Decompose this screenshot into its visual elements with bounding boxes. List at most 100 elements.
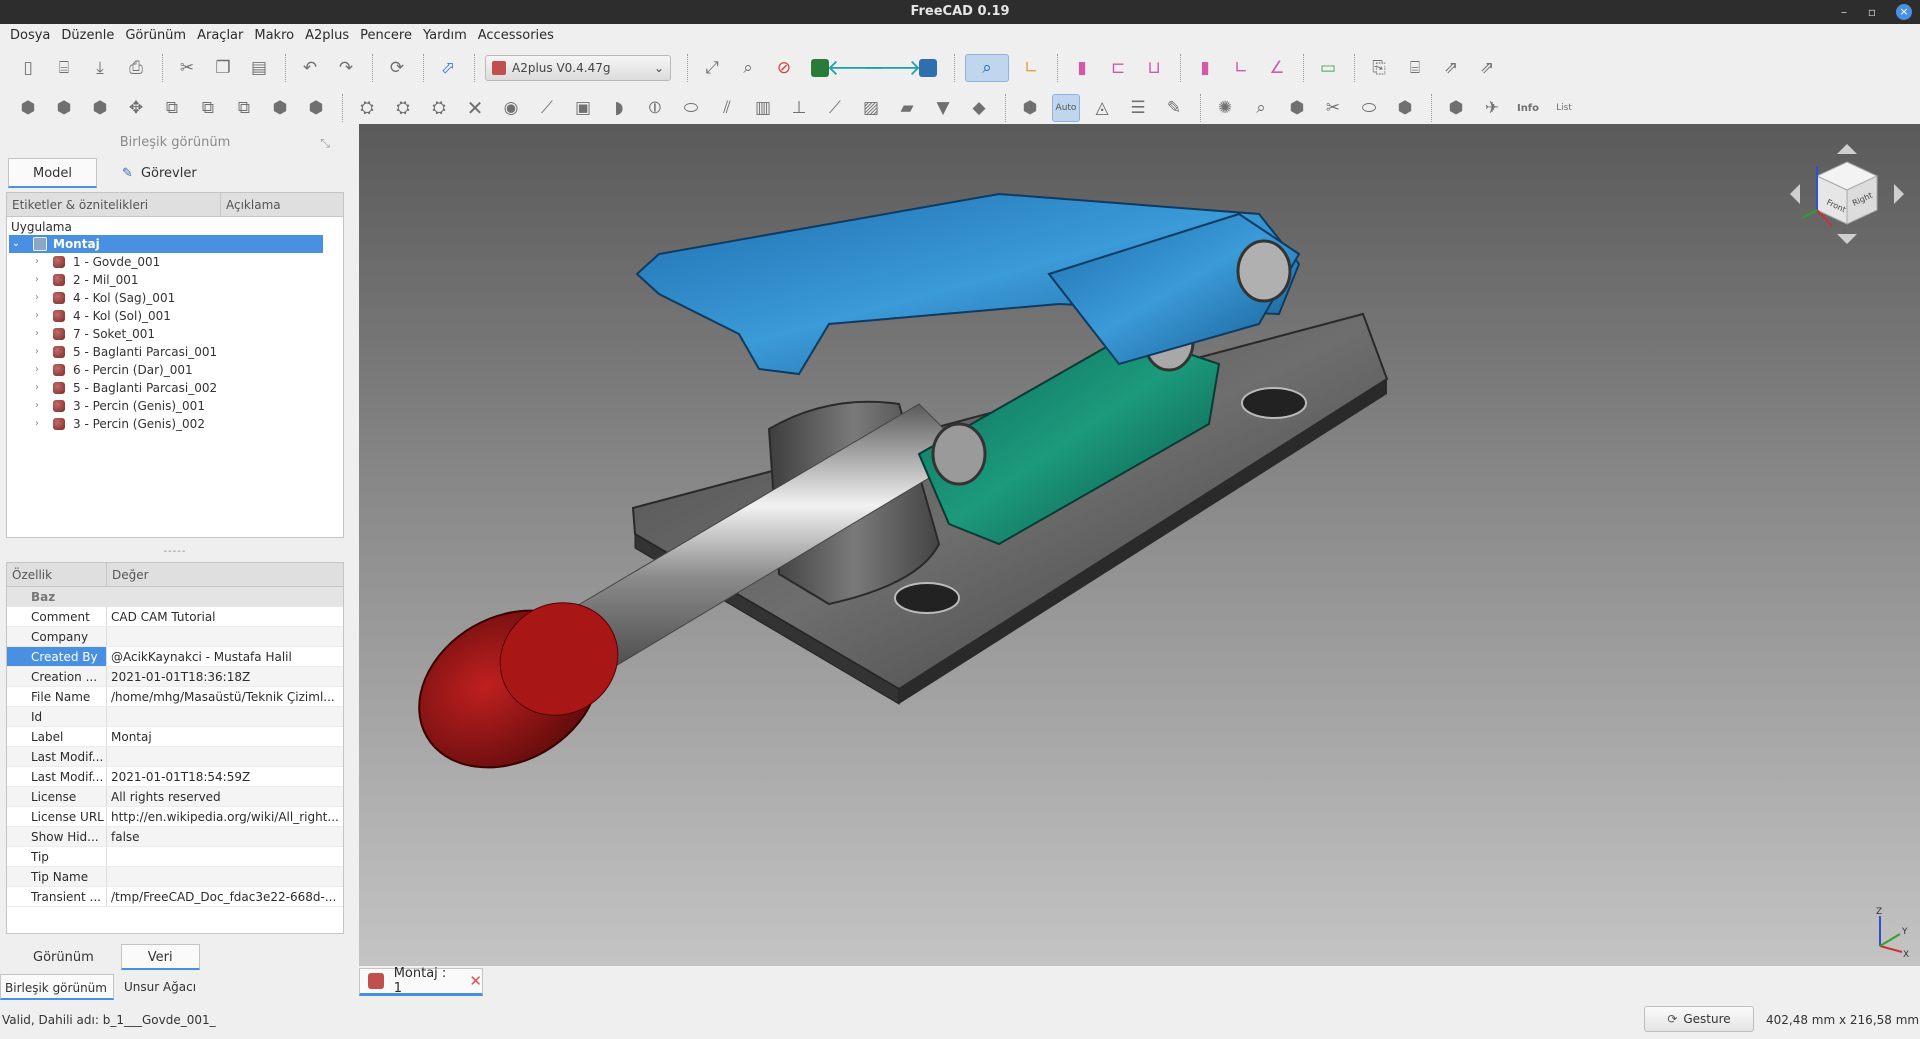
axis-cross-icon[interactable]: ∟ [1017,54,1045,82]
tree-item[interactable]: › 4 - Kol (Sol)_001 [7,307,343,325]
tab-birlesik-gorunum[interactable]: Birleşik görünüm [0,974,114,1000]
float-panel-icon[interactable]: ⤡ [320,132,330,154]
solve-icon[interactable]: ⛭ [353,94,381,122]
face-icon[interactable]: ▰ [893,94,921,122]
fit-selection-icon[interactable]: ⌕ [734,54,762,82]
tab-gorunum[interactable]: Görünüm [6,944,121,970]
close-window-button[interactable]: × [1896,4,1912,20]
close-tab-icon[interactable]: ✕ [469,972,482,990]
toggle-clamp-model[interactable] [359,124,1920,966]
visibility-icon[interactable]: ⬢ [1283,94,1311,122]
move-part-icon[interactable]: ✥ [122,94,150,122]
import-part-icon[interactable]: ⬢ [302,94,330,122]
update-imports-icon[interactable]: ⬢ [86,94,114,122]
print-icon[interactable]: ⎙ [122,54,150,82]
open-folder-icon[interactable]: ⌸ [50,54,78,82]
constraint-axis-icon[interactable]: ∟ [1227,54,1255,82]
navigation-cube[interactable]: Front Right [1782,132,1912,262]
tree-item[interactable]: › 5 - Baglanti Parcasi_001 [7,343,343,361]
add-part-icon[interactable]: ⬢ [14,94,42,122]
tab-unsur-agaci[interactable]: Unsur Ağacı [120,974,202,1000]
add-shape-icon[interactable]: ⬢ [50,94,78,122]
paste-icon[interactable]: ▤ [245,54,273,82]
expand-icon[interactable]: › [35,307,49,325]
menu-araclar[interactable]: Araçlar [193,24,250,48]
menu-makro[interactable]: Makro [250,24,301,48]
property-row[interactable]: Tip Name [7,867,343,887]
menu-dosya[interactable]: Dosya [6,24,57,48]
angle-icon[interactable]: ⊥ [785,94,813,122]
property-value[interactable] [107,847,343,866]
show-all-icon[interactable]: ⬢ [1391,94,1419,122]
expand-icon[interactable]: › [35,379,49,397]
cylinder-icon[interactable]: ▥ [749,94,777,122]
parts-info-icon[interactable]: Info [1514,94,1542,122]
property-row[interactable]: File Name/home/mhg/Masaüstü/Teknik Çizim… [7,687,343,707]
forward-arrow-icon[interactable]: 🡒 [863,54,922,82]
tree-item[interactable]: › 6 - Percin (Dar)_001 [7,361,343,379]
parallel-circles-icon[interactable]: ⦶ [641,94,669,122]
cut-icon[interactable]: ✂ [173,54,201,82]
expand-icon[interactable]: › [35,343,49,361]
expand-icon[interactable]: › [35,415,49,433]
property-row[interactable]: Label Montaj [7,727,343,747]
plane-constraint-icon[interactable]: ▣ [569,94,597,122]
parallel-lines-icon[interactable]: ⫽ [713,94,741,122]
save-part-icon[interactable]: ⬢ [266,94,294,122]
maximize-button[interactable]: ▫ [1860,0,1884,24]
align-icon[interactable]: ☰ [1124,94,1152,122]
duplicate-part-icon[interactable]: ⧉ [158,94,186,122]
collapse-icon[interactable]: ⌄ [9,235,23,253]
property-row[interactable]: Last Modif... [7,747,343,767]
expand-icon[interactable]: › [35,325,49,343]
expand-icon[interactable]: › [35,271,49,289]
tree-item[interactable]: › 3 - Percin (Genis)_001 [7,397,343,415]
auto-solve-icon[interactable]: Auto [1052,94,1080,122]
3d-viewport[interactable]: Front Right Z X Y [359,124,1920,966]
property-row-selected[interactable]: Created By @AcikKaynakci - Mustafa Halil [7,647,343,667]
view-box-icon[interactable] [914,54,942,82]
property-row[interactable]: Last Modif... 2021-01-01T18:54:59Z [7,767,343,787]
panel-splitter[interactable]: ----- [150,546,200,557]
property-value[interactable]: All rights reserved [107,787,343,806]
expand-icon[interactable]: › [35,397,49,415]
whats-this-icon[interactable]: ⬀ [434,54,462,82]
tree-item[interactable]: › 3 - Percin (Genis)_002 [7,415,343,433]
redo-icon[interactable]: ↷ [332,54,360,82]
document-tab[interactable]: Montaj : 1 ✕ [359,966,483,996]
refresh-icon[interactable]: ⟳ [383,54,411,82]
zoom-icon[interactable]: ⌕ [965,54,1009,82]
new-document-icon[interactable]: ▯ [14,54,42,82]
tree-item[interactable]: › 7 - Soket_001 [7,325,343,343]
parts-list-icon[interactable]: List [1550,94,1578,122]
property-value[interactable]: Montaj [107,727,343,746]
property-value[interactable]: /tmp/FreeCAD_Doc_fdac3e22-668d-... [107,887,343,906]
export-part-icon[interactable]: ⎘ [1365,54,1393,82]
property-row[interactable]: Company [7,627,343,647]
constraint-angle-icon[interactable]: ∠ [1263,54,1291,82]
property-value[interactable]: http://en.wikipedia.org/wiki/All_right..… [107,807,343,826]
tree-item[interactable]: › 5 - Baglanti Parcasi_002 [7,379,343,397]
property-value[interactable]: @AcikKaynakci - Mustafa Halil [107,647,343,666]
a2plus-update-icon[interactable]: ⊏ [1104,54,1132,82]
workbench-selector[interactable]: A2plus V0.4.47g ⌄ [485,55,671,81]
minimize-button[interactable]: – [1832,0,1856,24]
expand-icon[interactable]: › [35,253,49,271]
box-icon[interactable]: ▨ [857,94,885,122]
tab-model[interactable]: Model [8,158,98,188]
tab-gorevler[interactable]: ✎ Görevler [97,158,222,188]
tree-item[interactable]: › 4 - Kol (Sag)_001 [7,289,343,307]
expand-icon[interactable]: › [35,361,49,379]
menu-a2plus[interactable]: A2plus [301,24,356,48]
edit-part-icon[interactable]: ⧉ [230,94,258,122]
save-icon[interactable]: ⤓ [86,54,114,82]
property-row[interactable]: License All rights reserved [7,787,343,807]
menu-duzenle[interactable]: Düzenle [57,24,121,48]
a2plus-edit-icon[interactable]: ⊔ [1140,54,1168,82]
navigation-style-button[interactable]: ⟳ Gesture [1644,1006,1754,1032]
explode-icon[interactable]: ✺ [1211,94,1239,122]
disc-icon[interactable]: ⬭ [677,94,705,122]
constraint-plane-icon[interactable]: ▮ [1191,54,1219,82]
search-icon[interactable]: ⌕ [1247,94,1275,122]
point-constraint-icon[interactable]: ◉ [497,94,525,122]
